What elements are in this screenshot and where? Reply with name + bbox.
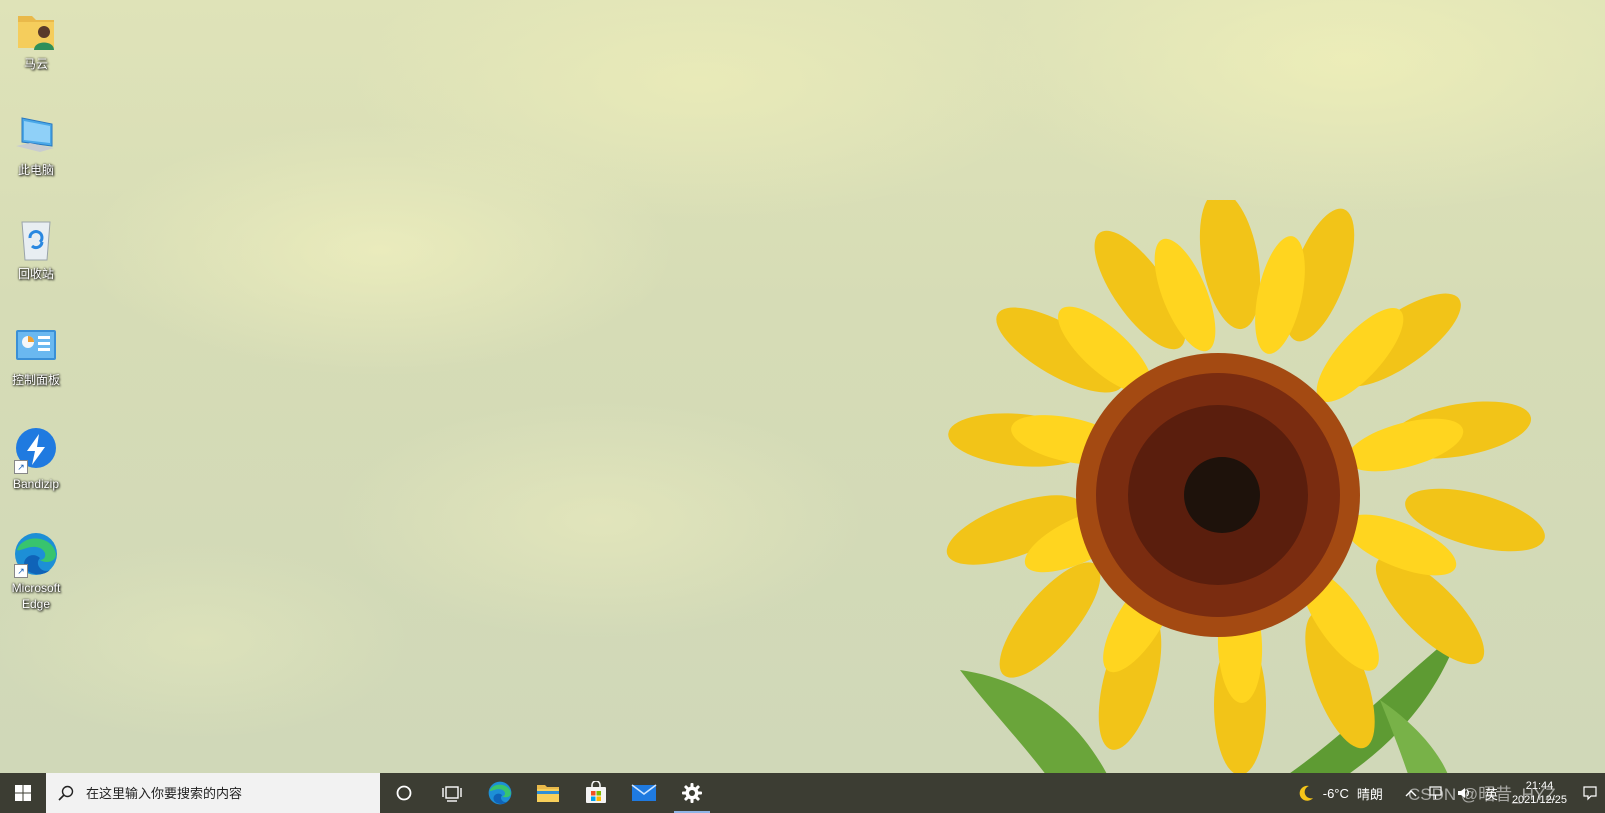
folder-icon xyxy=(537,785,559,802)
desktop-icon-control-panel[interactable]: 控制面板 xyxy=(0,322,72,388)
network-icon xyxy=(1429,786,1442,799)
desktop-icon-bandizip[interactable]: ↗ Bandizip xyxy=(0,426,72,492)
computer-icon xyxy=(12,112,60,160)
weather-widget[interactable]: -6°C 晴朗 xyxy=(1291,784,1389,803)
settings-button[interactable] xyxy=(668,773,716,813)
ime-label: 英 xyxy=(1484,786,1498,802)
task-view-button[interactable] xyxy=(428,773,476,813)
desktop-icon-label: 控制面板 xyxy=(11,373,60,387)
desktop-icon-label: Bandizip xyxy=(12,477,60,491)
notification-icon xyxy=(1583,786,1597,801)
input-method-indicator[interactable]: 英 xyxy=(1479,784,1504,803)
desktop-icon-label: 回收站 xyxy=(17,267,54,281)
windows-icon xyxy=(15,785,31,801)
taskbar-clock[interactable]: 21:44 2021/12/25 xyxy=(1504,779,1575,807)
search-icon xyxy=(58,785,74,801)
volume-button[interactable] xyxy=(1451,786,1479,800)
speaker-icon xyxy=(1457,788,1469,798)
desktop-icon-label: 此电脑 xyxy=(17,163,54,177)
clock-time: 21:44 xyxy=(1525,780,1554,792)
desktop-icon-this-pc[interactable]: 此电脑 xyxy=(0,112,72,178)
task-view-icon xyxy=(442,786,462,802)
desktop-icon-microsoft-edge[interactable]: ↗ Microsoft Edge xyxy=(0,530,72,612)
desktop-icon-recycle-bin[interactable]: 回收站 xyxy=(0,216,72,282)
file-explorer-button[interactable] xyxy=(524,773,572,813)
cortana-button[interactable] xyxy=(380,773,428,813)
control-panel-icon xyxy=(12,322,60,370)
user-folder-icon xyxy=(12,6,60,54)
recycle-bin-icon xyxy=(12,216,60,264)
shortcut-arrow-icon: ↗ xyxy=(14,460,28,474)
weather-temperature: -6°C xyxy=(1322,785,1349,801)
network-button[interactable] xyxy=(1423,786,1451,800)
desktop-wallpaper: 马云 此电脑 回收站 控制面板 ↗ Bandizip ↗ Microsoft E… xyxy=(0,0,1605,773)
mail-icon xyxy=(631,784,657,801)
desktop-icon-label: Microsoft Edge xyxy=(11,581,61,611)
gear-icon xyxy=(682,783,702,803)
bandizip-icon: ↗ xyxy=(12,426,60,474)
weather-condition: 晴朗 xyxy=(1356,786,1383,802)
search-input[interactable] xyxy=(84,784,368,802)
edge-icon: ↗ xyxy=(12,530,60,578)
edge-icon xyxy=(488,781,512,805)
mail-button[interactable] xyxy=(620,773,668,813)
taskbar-search-box[interactable] xyxy=(46,773,380,813)
store-button[interactable] xyxy=(572,773,620,813)
shortcut-arrow-icon: ↗ xyxy=(14,564,28,578)
moon-icon xyxy=(1299,785,1313,801)
desktop-icon-user-folder[interactable]: 马云 xyxy=(0,6,72,72)
sunflower-wallpaper-image xyxy=(946,200,1545,773)
chevron-up-icon xyxy=(1405,790,1417,797)
store-icon xyxy=(586,781,606,803)
desktop-icon-label: 马云 xyxy=(23,57,48,71)
clock-date: 2021/12/25 xyxy=(1511,794,1567,806)
taskbar-edge-button[interactable] xyxy=(476,773,524,813)
notification-center-button[interactable] xyxy=(1575,785,1605,801)
circle-icon xyxy=(396,785,412,801)
show-hidden-icons-button[interactable] xyxy=(1399,789,1423,797)
taskbar: -6°C 晴朗 英 21:44 2021/12/25 xyxy=(0,773,1605,813)
system-tray: -6°C 晴朗 英 21:44 2021/12/25 xyxy=(1291,773,1605,813)
start-button[interactable] xyxy=(0,773,46,813)
